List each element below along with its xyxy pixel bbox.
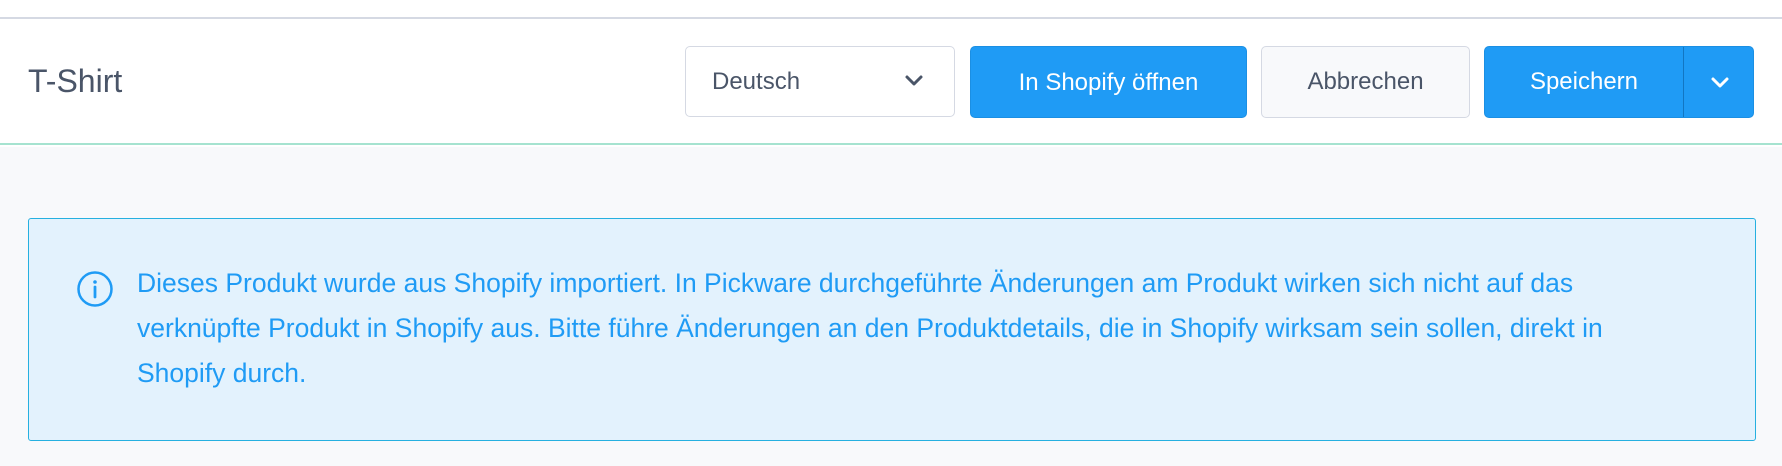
save-dropdown-button[interactable]	[1684, 47, 1753, 117]
cancel-button[interactable]: Abbrechen	[1261, 46, 1470, 118]
info-icon	[77, 271, 113, 307]
language-select[interactable]: Deutsch	[685, 46, 955, 117]
top-bar	[0, 0, 1782, 19]
info-notice-text: Dieses Produkt wurde aus Shopify importi…	[137, 268, 1603, 388]
page-title: T-Shirt	[28, 63, 123, 99]
info-notice: Dieses Produkt wurde aus Shopify importi…	[28, 218, 1756, 441]
open-in-shopify-button[interactable]: In Shopify öffnen	[970, 46, 1247, 118]
page: T-Shirt Deutsch In Shopify öffnen Abbrec…	[0, 0, 1782, 466]
language-select-value: Deutsch	[712, 68, 801, 95]
header: T-Shirt Deutsch In Shopify öffnen Abbrec…	[0, 19, 1782, 145]
chevron-down-icon	[905, 75, 923, 86]
save-button[interactable]: Speichern	[1485, 47, 1683, 117]
main-content: Dieses Produkt wurde aus Shopify importi…	[0, 147, 1782, 466]
chevron-down-icon	[1711, 77, 1729, 88]
save-button-group: Speichern	[1484, 46, 1754, 118]
